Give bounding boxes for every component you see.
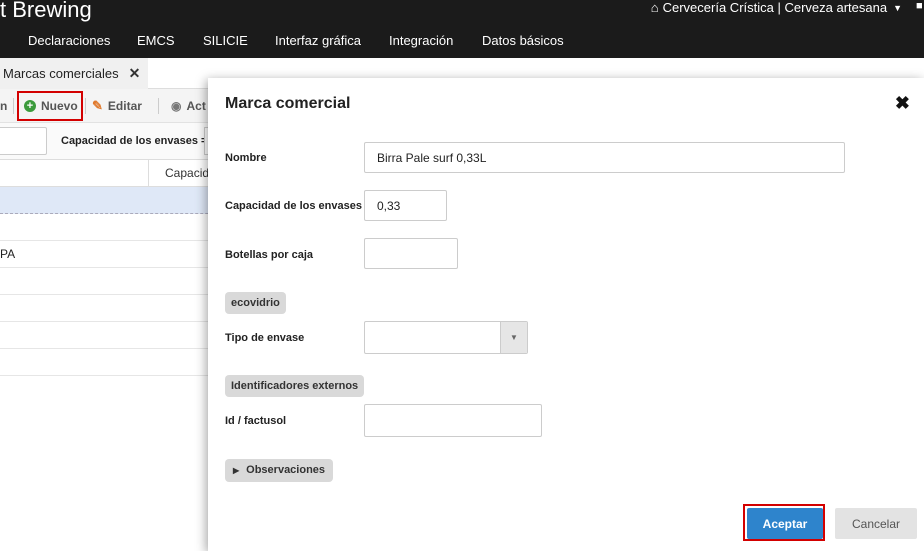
edit-button-label: Editar	[107, 99, 142, 113]
bottles-per-box-label: Botellas por caja	[225, 249, 314, 261]
account-menu[interactable]: ⌂ Cervecería Crística | Cerveza artesana…	[651, 0, 902, 15]
factusol-id-label: Id / factusol	[225, 415, 287, 427]
toolbar-divider	[85, 98, 86, 114]
nav-item-datos-basicos[interactable]: Datos básicos	[482, 33, 564, 48]
toolbar-divider	[158, 98, 159, 114]
dialog-title: Marca comercial	[225, 95, 351, 112]
section-external-ids: Identificadores externos	[225, 375, 365, 397]
toolbar-divider	[13, 98, 14, 114]
observations-label: Observaciones	[246, 464, 326, 476]
capacity-field-value: 0,33	[377, 198, 401, 213]
name-field[interactable]: Birra Pale surf 0,33L	[364, 142, 845, 173]
caret-right-icon: ▶	[233, 466, 240, 475]
filter-name-input[interactable]	[0, 127, 47, 155]
bottles-per-box-field[interactable]	[364, 238, 458, 269]
account-label: Cervecería Crística | Cerveza artesana	[662, 0, 888, 15]
tab-label: Marcas comerciales	[3, 66, 119, 81]
capacity-label: Capacidad de los envases	[225, 200, 362, 212]
capacity-field[interactable]: 0,33	[364, 190, 447, 221]
highlight-new-button	[17, 91, 83, 121]
filter-capacity-label: Capacidad de los envases =	[61, 135, 208, 147]
nav-item-interfaz-grafica[interactable]: Interfaz gráfica	[275, 33, 361, 48]
nav-item-emcs[interactable]: EMCS	[137, 33, 175, 48]
top-navbar: t Brewing ⌂ Cervecería Crística | Cervez…	[0, 0, 924, 58]
caret-down-icon: ▼	[893, 2, 902, 13]
table-cell: PA	[0, 247, 16, 261]
observations-toggle[interactable]: ▶ Observaciones	[225, 459, 334, 482]
cancel-button[interactable]: Cancelar	[835, 508, 917, 539]
column-header-capacity[interactable]: Capacid	[148, 160, 209, 187]
edit-button[interactable]: ✎ Editar	[92, 89, 142, 123]
name-field-value: Birra Pale surf 0,33L	[377, 150, 487, 165]
section-ecovidrio: ecovidrio	[225, 292, 286, 314]
container-type-label: Tipo de envase	[225, 332, 305, 344]
nav-item-silicie[interactable]: SILICIE	[203, 33, 248, 48]
activate-button[interactable]: ◉ Act	[171, 89, 206, 123]
toolbar-prev-button[interactable]: n	[0, 89, 7, 123]
brand-dialog: Marca comercial ✖ Nombre Birra Pale surf…	[208, 78, 924, 551]
chevron-down-icon[interactable]: ▼	[500, 322, 527, 353]
close-dialog-icon[interactable]: ✖	[895, 93, 910, 114]
home-icon: ⌂	[650, 0, 659, 15]
nav-item-integracion[interactable]: Integración	[389, 33, 453, 48]
tab-marcas-comerciales[interactable]: Marcas comerciales ✕	[0, 58, 149, 89]
toolbar-prev-label: n	[0, 99, 8, 113]
container-type-select[interactable]: ▼	[364, 321, 528, 354]
eye-icon: ◉	[171, 99, 182, 113]
accept-button[interactable]: Aceptar	[747, 508, 823, 539]
app-brand[interactable]: t Brewing	[0, 0, 92, 23]
edit-icon: ✎	[92, 98, 103, 113]
lock-icon[interactable]: ■	[916, 0, 924, 12]
nav-item-declaraciones[interactable]: Declaraciones	[28, 33, 110, 48]
name-label: Nombre	[225, 152, 267, 164]
activate-button-label: Act	[186, 99, 206, 113]
factusol-id-field[interactable]	[364, 404, 542, 437]
close-tab-icon[interactable]: ✕	[129, 65, 141, 82]
